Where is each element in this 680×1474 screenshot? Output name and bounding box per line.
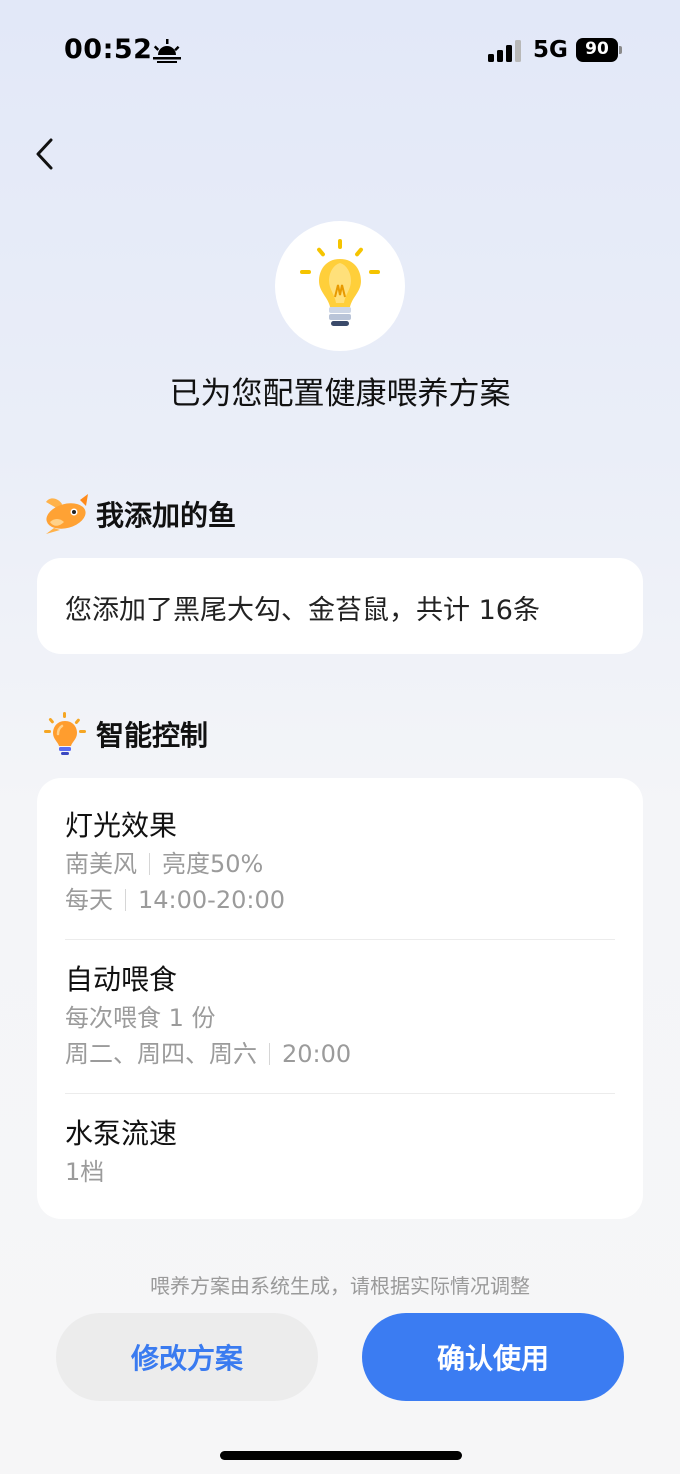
feeding-title: 自动喂食 xyxy=(65,963,178,996)
lighting-mode: 南美风 xyxy=(65,850,137,878)
lighting-title: 灯光效果 xyxy=(65,809,178,842)
lighting-brightness: 亮度50% xyxy=(162,850,264,878)
battery-level: 90 xyxy=(585,39,609,59)
separator xyxy=(269,1043,270,1065)
signal-icon xyxy=(488,40,521,62)
chevron-left-icon[interactable] xyxy=(28,134,64,174)
feeding-amount: 每次喂食 1 份 xyxy=(65,1004,216,1032)
sunrise-icon xyxy=(153,39,181,63)
pump-speed: 1档 xyxy=(65,1158,105,1186)
footer-note: 喂养方案由系统生成，请根据实际情况调整 xyxy=(150,1274,530,1298)
hero-icon-circle xyxy=(275,221,405,351)
network-type: 5G xyxy=(533,37,568,63)
feeding-item[interactable]: 自动喂食 每次喂食 1 份 周二、周四、周六 20:00 xyxy=(65,960,615,1072)
control-section-header: 智能控制 xyxy=(40,712,208,756)
page-title: 已为您配置健康喂养方案 xyxy=(169,376,511,412)
battery-icon: 90 xyxy=(576,38,622,62)
status-bar: 00:52 5G 90 xyxy=(0,0,680,100)
fish-summary-card: 您添加了黑尾大勾、金苔鼠，共计 16条 xyxy=(37,558,643,654)
fish-section-header: 我添加的鱼 xyxy=(40,492,236,536)
separator xyxy=(149,853,150,875)
lighting-hours: 14:00-20:00 xyxy=(138,886,285,914)
fish-icon xyxy=(46,494,88,534)
feeding-schedule-line: 周二、周四、周六 20:00 xyxy=(65,1036,615,1072)
lighting-item[interactable]: 灯光效果 南美风 亮度50% 每天 14:00-20:00 xyxy=(65,806,615,918)
status-time: 00:52 xyxy=(64,34,153,65)
home-indicator xyxy=(220,1451,462,1460)
divider xyxy=(65,939,615,940)
control-card: 灯光效果 南美风 亮度50% 每天 14:00-20:00 自动喂食 每次喂食 … xyxy=(37,778,643,1219)
feeding-days: 周二、周四、周六 xyxy=(65,1040,257,1068)
feeding-time: 20:00 xyxy=(282,1040,352,1068)
lighting-schedule-line: 每天 14:00-20:00 xyxy=(65,882,615,918)
feeding-amount-line: 每次喂食 1 份 xyxy=(65,1000,615,1036)
fish-section-title: 我添加的鱼 xyxy=(96,499,237,532)
pump-title: 水泵流速 xyxy=(65,1117,178,1150)
divider xyxy=(65,1093,615,1094)
pump-item[interactable]: 水泵流速 1档 xyxy=(65,1114,615,1190)
modify-plan-button[interactable]: 修改方案 xyxy=(56,1313,318,1401)
control-section-title: 智能控制 xyxy=(96,719,209,752)
lightbulb-icon xyxy=(44,712,86,755)
separator xyxy=(125,889,126,911)
lighting-days: 每天 xyxy=(65,886,113,914)
lighting-mode-line: 南美风 亮度50% xyxy=(65,846,615,882)
fish-summary-text: 您添加了黑尾大勾、金苔鼠，共计 16条 xyxy=(65,595,540,626)
lightbulb-icon xyxy=(300,239,380,326)
confirm-use-button[interactable]: 确认使用 xyxy=(362,1313,624,1401)
pump-speed-line: 1档 xyxy=(65,1154,615,1190)
